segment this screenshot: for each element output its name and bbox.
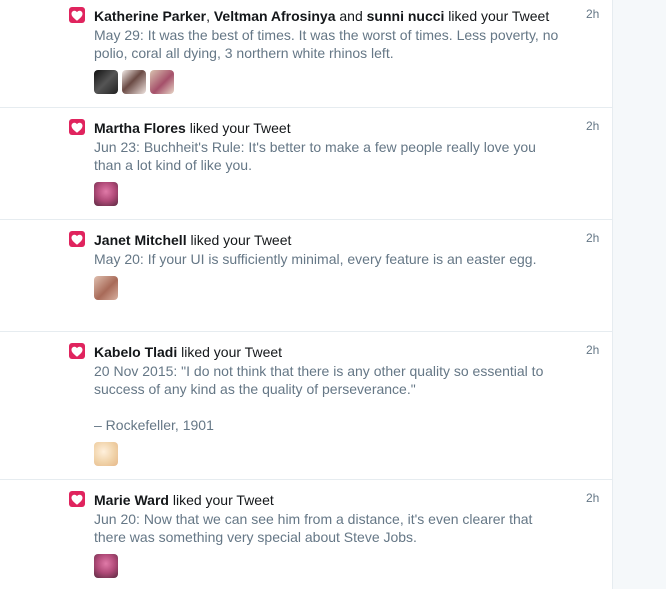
notification-header: Kabelo Tladi liked your Tweet (94, 343, 564, 361)
notifications-panel: Katherine Parker, Veltman Afrosinya and … (0, 0, 613, 589)
user-name-link[interactable]: Veltman Afrosinya (214, 8, 336, 24)
action-text: liked your Tweet (444, 8, 550, 24)
heart-icon (69, 231, 85, 247)
user-name-link[interactable]: Katherine Parker (94, 8, 206, 24)
timestamp[interactable]: 2h (586, 491, 599, 505)
notification-header: Marie Ward liked your Tweet (94, 491, 564, 509)
heart-icon (69, 491, 85, 507)
notification-content: Kabelo Tladi liked your Tweet 20 Nov 201… (94, 343, 564, 466)
notification-header: Martha Flores liked your Tweet (94, 119, 564, 137)
notification-item[interactable]: Janet Mitchell liked your Tweet May 20: … (0, 220, 612, 332)
avatar-row (94, 70, 564, 94)
separator: , (206, 8, 214, 24)
notification-content: Janet Mitchell liked your Tweet May 20: … (94, 231, 564, 300)
notification-item[interactable]: Kabelo Tladi liked your Tweet 20 Nov 201… (0, 332, 612, 480)
avatar[interactable] (94, 554, 118, 578)
action-text: liked your Tweet (177, 344, 283, 360)
timestamp[interactable]: 2h (586, 231, 599, 245)
tweet-text[interactable]: May 20: If your UI is sufficiently minim… (94, 250, 564, 268)
user-name-link[interactable]: sunni nucci (367, 8, 445, 24)
tweet-text[interactable]: May 29: It was the best of times. It was… (94, 26, 564, 62)
avatar-row (94, 442, 564, 466)
avatar[interactable] (94, 442, 118, 466)
avatar[interactable] (94, 276, 118, 300)
user-name-link[interactable]: Kabelo Tladi (94, 344, 177, 360)
timestamp[interactable]: 2h (586, 343, 599, 357)
heart-icon (69, 343, 85, 359)
tweet-text[interactable]: 20 Nov 2015: "I do not think that there … (94, 362, 564, 434)
avatar[interactable] (150, 70, 174, 94)
notification-item[interactable]: Martha Flores liked your Tweet Jun 23: B… (0, 108, 612, 220)
user-name-link[interactable]: Marie Ward (94, 492, 169, 508)
avatar[interactable] (122, 70, 146, 94)
notification-header: Katherine Parker, Veltman Afrosinya and … (94, 7, 564, 25)
timestamp[interactable]: 2h (586, 7, 599, 21)
user-name-link[interactable]: Martha Flores (94, 120, 186, 136)
heart-icon (69, 7, 85, 23)
notification-item[interactable]: Katherine Parker, Veltman Afrosinya and … (0, 0, 612, 108)
notification-content: Katherine Parker, Veltman Afrosinya and … (94, 7, 564, 94)
timestamp[interactable]: 2h (586, 119, 599, 133)
avatar-row (94, 182, 564, 206)
tweet-text[interactable]: Jun 20: Now that we can see him from a d… (94, 510, 564, 546)
avatar[interactable] (94, 182, 118, 206)
avatar-row (94, 276, 564, 300)
tweet-text[interactable]: Jun 23: Buchheit's Rule: It's better to … (94, 138, 564, 174)
notification-content: Marie Ward liked your Tweet Jun 20: Now … (94, 491, 564, 578)
avatar[interactable] (94, 70, 118, 94)
action-text: liked your Tweet (185, 120, 291, 136)
avatar-row (94, 554, 564, 578)
action-text: liked your Tweet (186, 232, 292, 248)
separator: and (335, 8, 367, 24)
user-name-link[interactable]: Janet Mitchell (94, 232, 187, 248)
notification-content: Martha Flores liked your Tweet Jun 23: B… (94, 119, 564, 206)
notification-header: Janet Mitchell liked your Tweet (94, 231, 564, 249)
notification-item[interactable]: Marie Ward liked your Tweet Jun 20: Now … (0, 480, 612, 589)
action-text: liked your Tweet (168, 492, 274, 508)
heart-icon (69, 119, 85, 135)
